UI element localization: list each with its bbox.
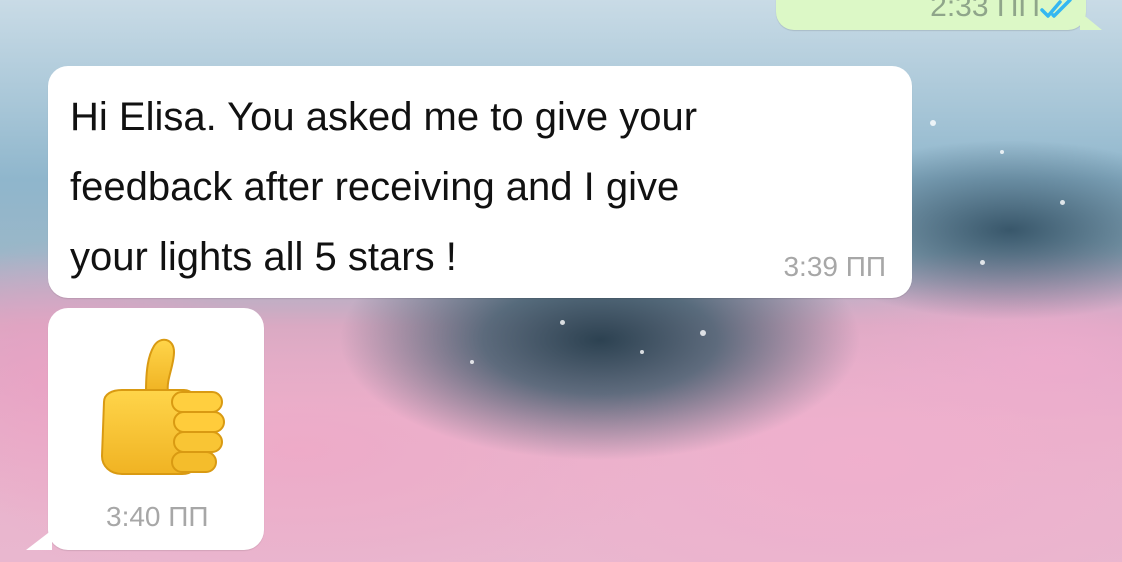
message-time: 3:39 ПП <box>783 251 886 282</box>
message-bubble-incoming[interactable]: Hi Elisa. You asked me to give your feed… <box>48 66 912 298</box>
thumbs-up-icon <box>88 330 228 480</box>
message-bubble-emoji[interactable]: 3:40 ПП <box>26 308 264 550</box>
message-bubble-outgoing[interactable]: 2:33 ПП <box>776 0 1102 30</box>
bubble-tail <box>26 530 52 550</box>
double-check-icon <box>1040 0 1074 20</box>
wallpaper-sparkle <box>1000 150 1004 154</box>
wallpaper-sparkle <box>560 320 565 325</box>
wallpaper-sparkle <box>700 330 706 336</box>
bubble-tail <box>1080 12 1102 30</box>
wallpaper-sparkle <box>980 260 985 265</box>
wallpaper-sparkle <box>640 350 644 354</box>
message-time: 2:33 ПП <box>930 0 1040 23</box>
wallpaper-sparkle <box>470 360 474 364</box>
message-text: Hi Elisa. You asked me to give your feed… <box>70 95 698 279</box>
wallpaper-sparkle <box>1060 200 1065 205</box>
wallpaper-sparkle <box>930 120 936 126</box>
message-time: 3:40 ПП <box>106 501 209 532</box>
